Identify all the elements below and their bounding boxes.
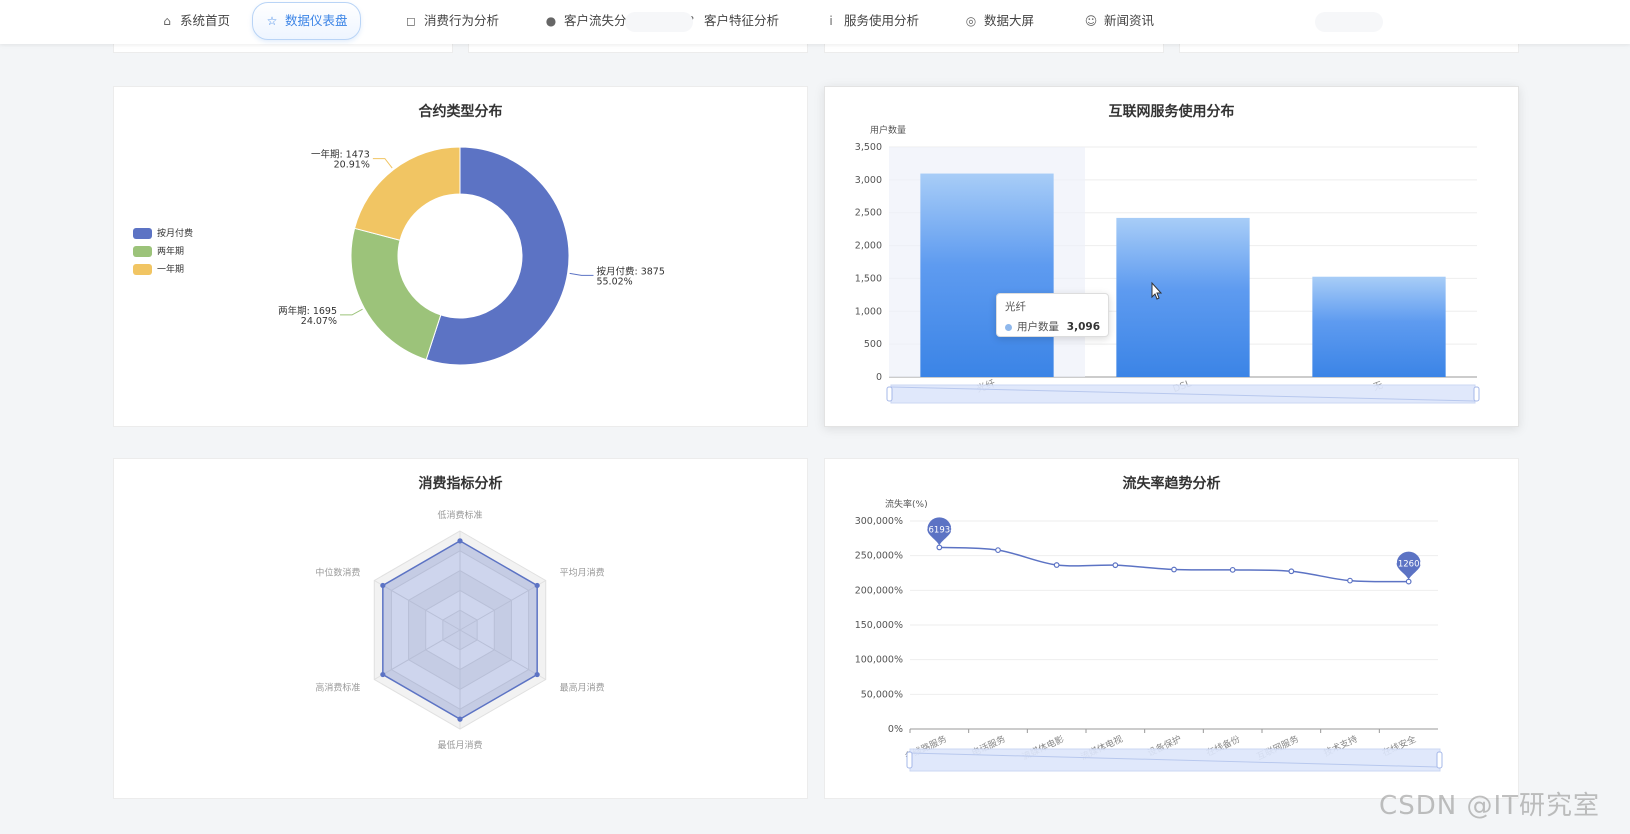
- top-nav: ⌂系统首页☆数据仪表盘◻消费行为分析●客户流失分析?客户特征分析i服务使用分析◎…: [0, 0, 1630, 44]
- nav-item-label: 数据大屏: [984, 13, 1035, 28]
- line-point-7: [1347, 577, 1353, 584]
- y-tick-label-1: 500: [864, 339, 882, 350]
- y-axis-title: 用户数量: [870, 124, 906, 136]
- nav-placeholder-1: [1315, 12, 1383, 32]
- y-tick-label-1: 50,000%: [861, 689, 903, 700]
- pie-slice-1: [350, 227, 442, 361]
- nav-placeholder-0: [625, 12, 693, 32]
- y-tick-label-2: 1,000: [855, 306, 882, 317]
- markpoint-label-0: 261938: [923, 525, 955, 535]
- info-icon: i: [829, 14, 833, 28]
- pie-label-percent-1: 24.07%: [301, 316, 337, 327]
- pie-label-line-1: [340, 308, 363, 316]
- line-point-3: [1112, 562, 1119, 569]
- line-point-5: [1229, 566, 1236, 573]
- line-point-6: [1288, 568, 1295, 575]
- line-point-8: [1405, 578, 1412, 585]
- consumption-radar-chart: 低消费标准平均月消费最高月消费最低月消费 高消费标准 中位数消费: [315, 509, 605, 751]
- radar-indicator-5: 中位数消费: [315, 567, 360, 579]
- y-tick-label-5: 250,000%: [855, 551, 903, 562]
- star-icon: ☆: [266, 14, 278, 28]
- pie-slice-2: [353, 146, 461, 241]
- internet-bar-chart[interactable]: 用户数量 0 500 1,000 1,500 2,000 2,500 3,000 3,500 光纤…: [825, 87, 1518, 426]
- tooltip-series-dot: [1005, 323, 1012, 331]
- pie-label-line-2: [372, 158, 393, 169]
- datazoom-handle-left: [886, 386, 893, 402]
- radar-point-4: [380, 671, 386, 678]
- radar-point-1: [534, 582, 540, 589]
- bar-0: [920, 173, 1054, 377]
- nav-item-1[interactable]: ☆ 数据仪表盘: [252, 2, 361, 40]
- y-tick-label-0: 0%: [888, 724, 903, 735]
- markpoint-label-1: 212600: [1392, 560, 1424, 570]
- pie-label-percent-0: 55.02%: [596, 276, 632, 287]
- radar-indicator-1: 平均月消费: [560, 567, 605, 579]
- datazoom-handle-right: [1473, 386, 1480, 402]
- prev-card-1: [113, 44, 453, 53]
- nav-item-label: 系统首页: [180, 13, 231, 28]
- radar-indicator-3: 最低月消费: [437, 739, 482, 751]
- y-tick-label-3: 1,500: [855, 273, 882, 284]
- y-axis-title: 流失率(%): [885, 498, 928, 510]
- prev-card-4: [1179, 44, 1519, 53]
- nav-item-5[interactable]: i 服务使用分析: [812, 6, 931, 36]
- alert-icon: ●: [545, 14, 557, 28]
- line-point-4: [1171, 566, 1177, 573]
- contract-donut-chart: 按月付费: 387555.02%两年期: 169524.07%一年期: 1473…: [278, 146, 665, 366]
- screen-icon: ◎: [965, 14, 977, 28]
- contract-type-card: 合约类型分布 按月付费 两年期 一年期 按月付费: 3875 55.02% 两年期: 1…: [113, 86, 808, 427]
- radar-point-2: [534, 671, 540, 678]
- nav-item-0[interactable]: ⌂ 系统首页: [148, 6, 242, 36]
- nav-item-label: 消费行为分析: [424, 13, 500, 28]
- pie-label-percent-2: 20.91%: [334, 160, 370, 171]
- bar-1: [1116, 217, 1250, 377]
- datazoom-handle-left: [906, 751, 913, 769]
- consumption-metric-card: 消费指标分析 低消费标准 平均月消费 最高月消费 最低月消费 高消费标准 中位数消费: [113, 458, 808, 799]
- tooltip-category: 光纤: [1005, 301, 1026, 313]
- nav-item-label: 数据仪表盘: [285, 13, 348, 28]
- internet-service-card: 互联网服务使用分布 用户数量 0 500 1,000 1,500 2,000 2,500 3,…: [824, 86, 1519, 427]
- churn-line-chart: 流失率(%) 0% 50,000% 100,000% 150,000% 200,000% 2…: [855, 498, 1443, 772]
- line-point-2: [1053, 562, 1060, 568]
- churn-trend-card: 流失率趋势分析 流失率(%) 0% 50,000% 100,000% 150,000% 2…: [824, 458, 1519, 799]
- y-tick-label-6: 3,000: [855, 175, 882, 186]
- y-tick-label-7: 3,500: [855, 142, 882, 153]
- tooltip-series-name: 用户数量: [1017, 321, 1059, 333]
- nav-item-label: 服务使用分析: [844, 13, 920, 28]
- nav-item-label: 新闻资讯: [1104, 13, 1155, 28]
- y-tick-label-5: 2,500: [855, 208, 882, 219]
- y-tick-label-0: 0: [876, 372, 882, 383]
- nav-item-2[interactable]: ◻ 消费行为分析: [392, 6, 511, 36]
- pie-label-line-0: [569, 272, 594, 276]
- nav-item-label: 客户特征分析: [704, 13, 780, 28]
- y-tick-label-6: 300,000%: [855, 516, 903, 527]
- line-point-0: [936, 544, 943, 551]
- prev-card-3: [824, 44, 1164, 53]
- bag-icon: ◻: [406, 14, 416, 28]
- y-tick-label-3: 150,000%: [855, 620, 903, 631]
- watermark: CSDN @IT研究室: [1379, 791, 1600, 821]
- radar-point-3: [457, 716, 463, 722]
- y-tick-label-4: 2,000: [855, 241, 882, 252]
- tooltip-value: 3,096: [1066, 321, 1100, 333]
- churn-line: [939, 546, 1409, 583]
- nav-item-7[interactable]: ☺ 新闻资讯: [1072, 6, 1166, 36]
- radar-indicator-2: 最高月消费: [560, 682, 605, 694]
- radar-indicator-4: 高消费标准: [315, 682, 360, 694]
- line-point-1: [995, 547, 1001, 554]
- smile-icon: ☺: [1084, 14, 1098, 28]
- home-icon: ⌂: [163, 14, 171, 28]
- prev-card-2: [468, 44, 808, 53]
- y-tick-label-4: 200,000%: [855, 585, 903, 596]
- y-tick-label-2: 100,000%: [855, 655, 903, 666]
- bar-2: [1312, 276, 1446, 377]
- chart-tooltip: 光纤 用户数量 3,096: [996, 293, 1109, 337]
- radar-point-5: [380, 582, 386, 589]
- radar-point-0: [457, 538, 463, 544]
- datazoom-handle-right: [1436, 751, 1443, 769]
- nav-item-6[interactable]: ◎ 数据大屏: [952, 6, 1046, 36]
- radar-indicator-0: 低消费标准: [437, 509, 482, 521]
